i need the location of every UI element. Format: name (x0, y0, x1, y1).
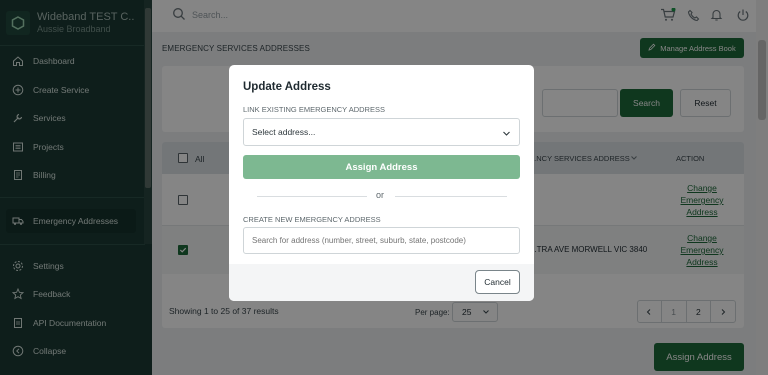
assign-address-modal-button[interactable]: Assign Address (243, 155, 520, 179)
modal-footer: Cancel (229, 264, 534, 301)
select-address-dropdown[interactable]: Select address... (243, 118, 520, 146)
address-search-input[interactable] (243, 227, 520, 254)
update-address-modal: Update Address LINK EXISTING EMERGENCY A… (229, 65, 534, 301)
divider (257, 196, 367, 197)
cancel-button[interactable]: Cancel (475, 270, 520, 294)
link-existing-label: LINK EXISTING EMERGENCY ADDRESS (243, 105, 385, 114)
create-new-label: CREATE NEW EMERGENCY ADDRESS (243, 215, 381, 224)
or-text: or (376, 190, 385, 200)
divider (395, 196, 507, 197)
chevron-down-icon (502, 129, 511, 140)
modal-title: Update Address (243, 81, 331, 93)
